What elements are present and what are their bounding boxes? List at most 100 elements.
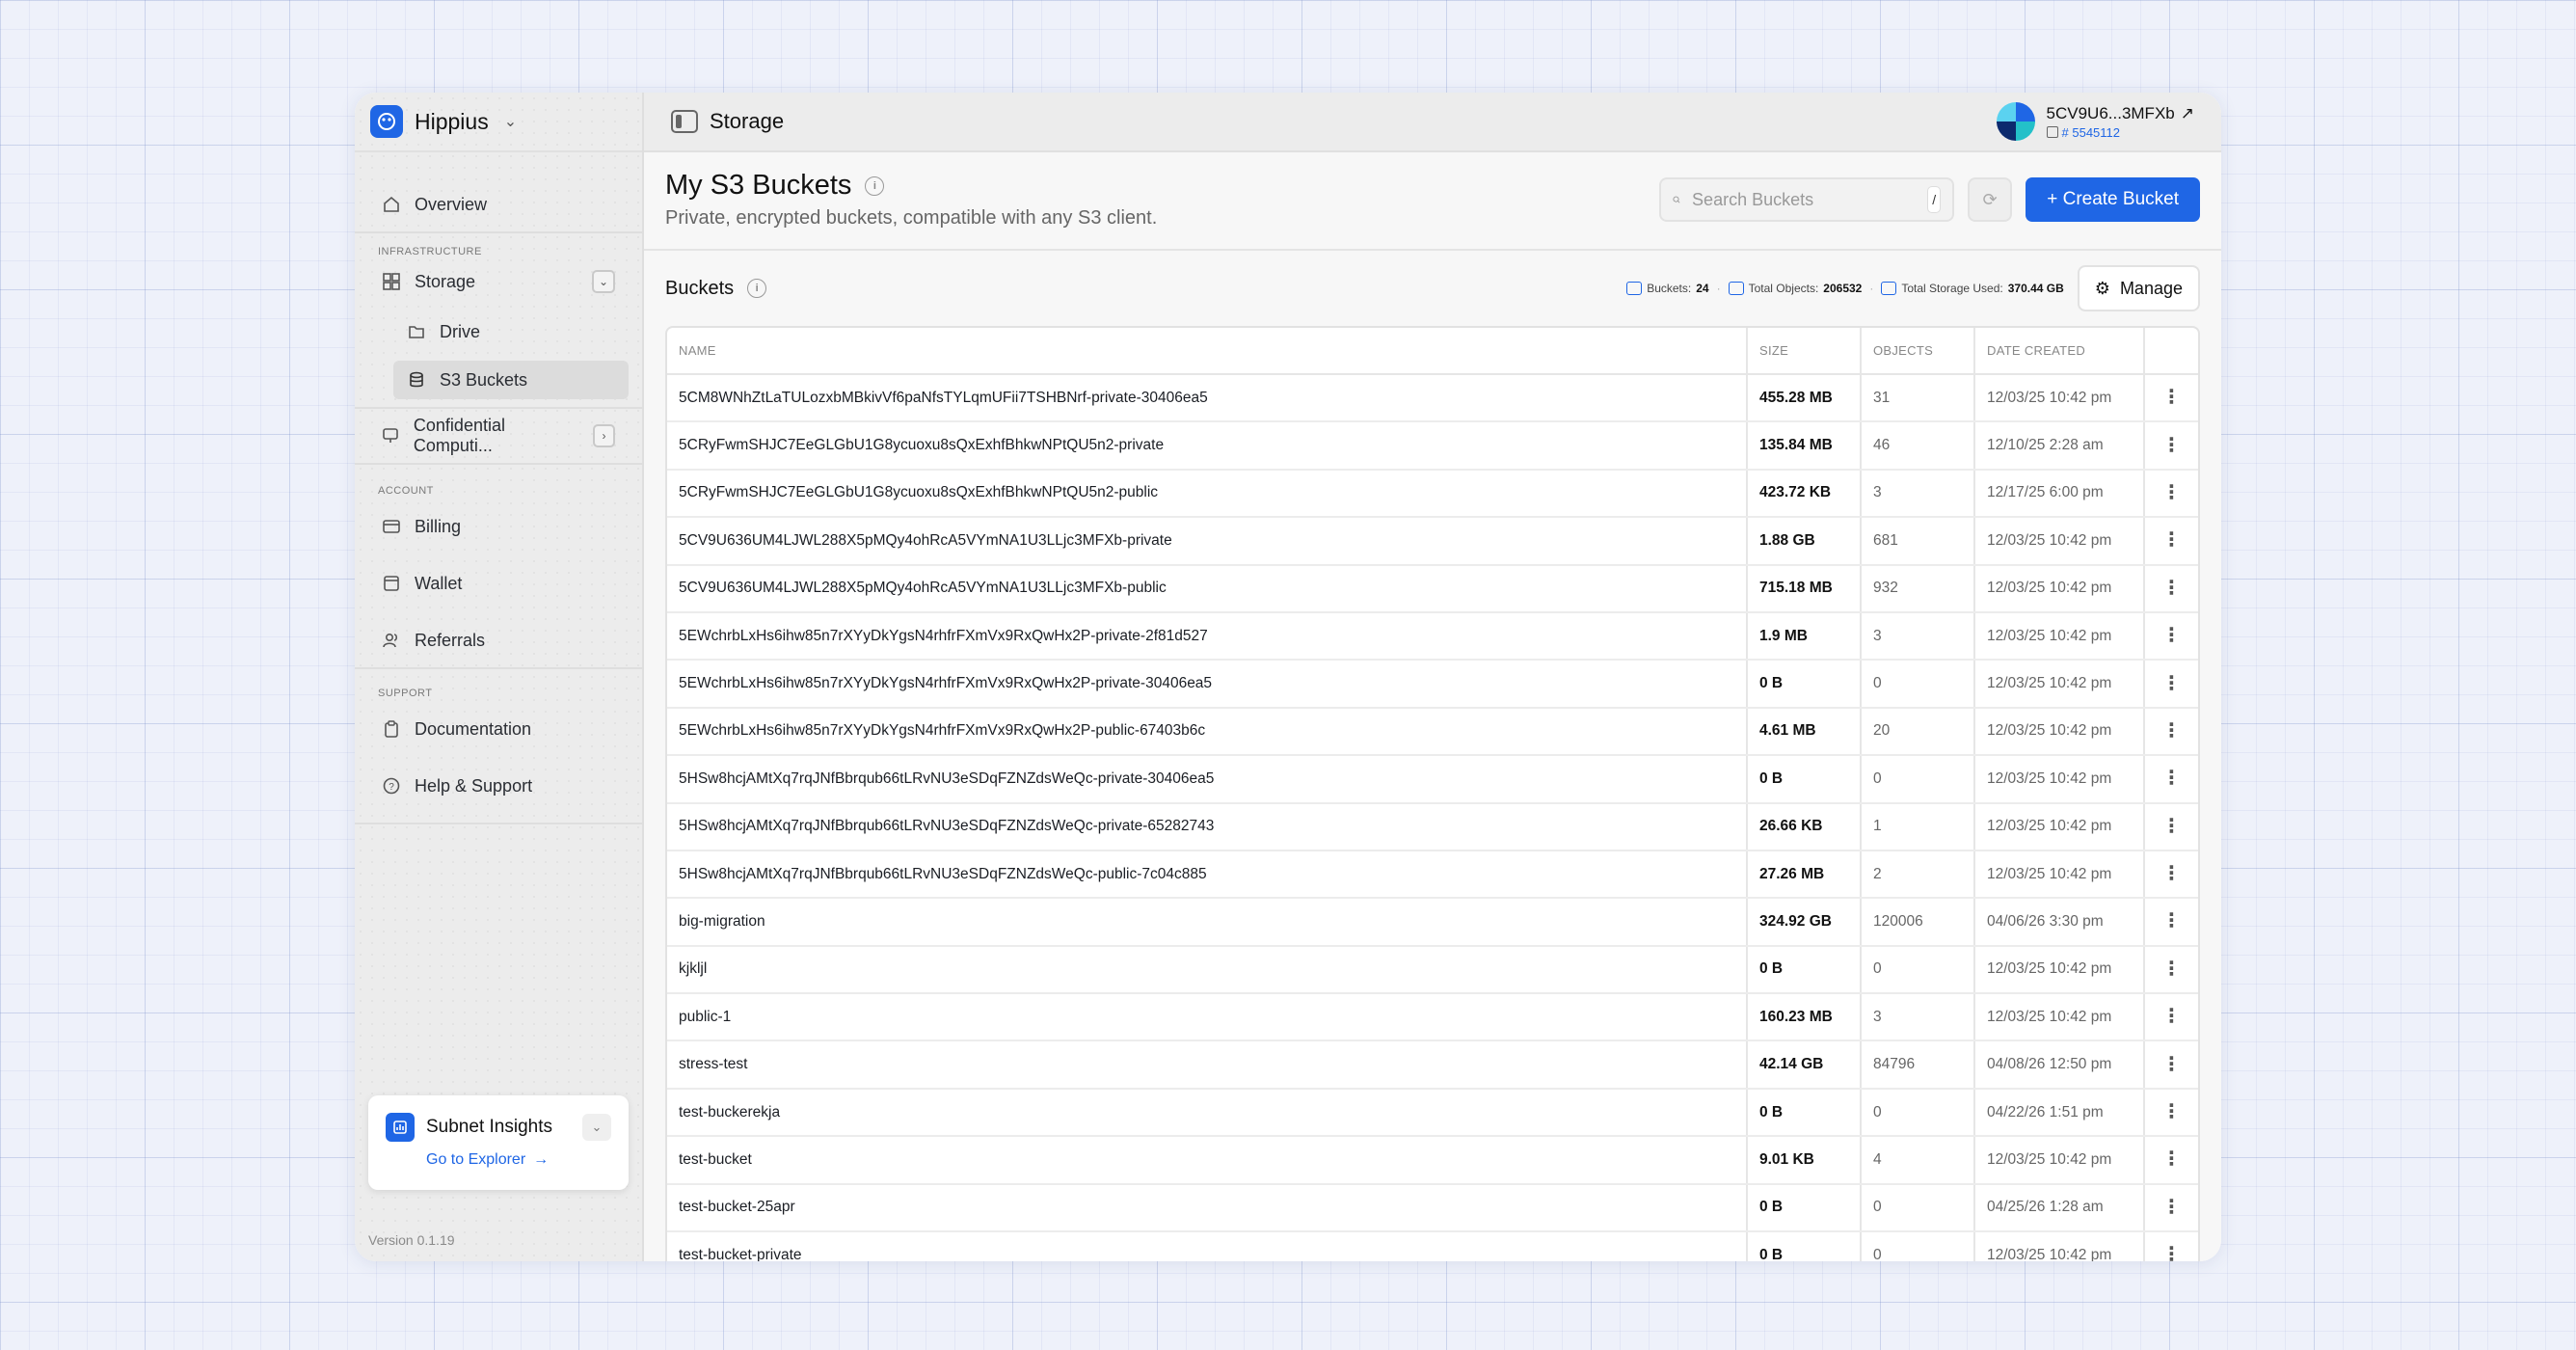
table-row[interactable]: big-migration 324.92 GB 120006 04/06/26 3:3… — [667, 898, 2198, 947]
avatar — [1996, 102, 2035, 141]
sidebar-item-drive[interactable]: Drive — [393, 312, 629, 351]
go-to-explorer-link[interactable]: Go to Explorer → — [426, 1151, 611, 1169]
arrow-right-icon: → — [533, 1151, 550, 1168]
bucket-objects-cell: 0 — [1861, 660, 1975, 709]
more-vertical-icon[interactable]: ⋮ — [2162, 958, 2182, 980]
external-link-icon[interactable]: ↗ — [2181, 104, 2194, 123]
more-vertical-icon[interactable]: ⋮ — [2162, 387, 2182, 408]
chevron-down-icon[interactable]: ⌄ — [592, 270, 615, 293]
bucket-objects-cell: 4 — [1861, 1136, 1975, 1185]
column-header-objects[interactable]: OBJECTS — [1861, 328, 1975, 375]
refresh-button[interactable]: ⟳ — [1968, 177, 2013, 222]
bucket-name-cell[interactable]: 5HSw8hcjAMtXq7rqJNfBbrqub66tLRvNU3eSDqFZ… — [667, 850, 1748, 900]
table-row[interactable]: test-bucket-private 0 B 0 12/03/25 10:42 pm… — [667, 1231, 2198, 1261]
bucket-name-cell[interactable]: test-bucket — [667, 1136, 1748, 1185]
row-actions-cell: ⋮ — [2144, 945, 2198, 995]
gear-icon: ⚙ — [2094, 278, 2110, 298]
create-bucket-button[interactable]: + Create Bucket — [2026, 177, 2200, 222]
sidebar-item-storage[interactable]: Storage ⌄ — [368, 262, 629, 301]
bucket-name-cell[interactable]: big-migration — [667, 898, 1748, 947]
bucket-name-cell[interactable]: public-1 — [667, 993, 1748, 1042]
bucket-name-cell[interactable]: 5CM8WNhZtLaTULozxbMBkivVf6paNfsTYLqmUFii… — [667, 374, 1748, 423]
more-vertical-icon[interactable]: ⋮ — [2162, 720, 2182, 742]
bucket-name-cell[interactable]: 5EWchrbLxHs6ihw85n7rXYyDkYgsN4rhfrFXmVx9… — [667, 660, 1748, 709]
table-row[interactable]: 5HSw8hcjAMtXq7rqJNfBbrqub66tLRvNU3eSDqFZ… — [667, 802, 2198, 851]
column-header-size[interactable]: SIZE — [1747, 328, 1862, 375]
bucket-name-cell[interactable]: test-buckerekja — [667, 1088, 1748, 1138]
more-vertical-icon[interactable]: ⋮ — [2162, 1197, 2182, 1218]
total-storage-label: Total Storage Used: — [1901, 282, 2003, 295]
table-row[interactable]: 5CRyFwmSHJC7EeGLGbU1G8ycuoxu8sQxExhfBhkw… — [667, 421, 2198, 471]
more-vertical-icon[interactable]: ⋮ — [2162, 435, 2182, 456]
bucket-name-cell[interactable]: test-bucket-private — [667, 1231, 1748, 1261]
sidebar-item-s3-buckets[interactable]: S3 Buckets — [393, 361, 629, 399]
chevron-down-icon[interactable]: ⌄ — [582, 1114, 611, 1141]
bucket-name-cell[interactable]: 5EWchrbLxHs6ihw85n7rXYyDkYgsN4rhfrFXmVx9… — [667, 611, 1748, 662]
bucket-name-cell[interactable]: 5CRyFwmSHJC7EeGLGbU1G8ycuoxu8sQxExhfBhkw… — [667, 421, 1748, 471]
more-vertical-icon[interactable]: ⋮ — [2162, 673, 2182, 694]
chevron-right-icon[interactable]: › — [593, 424, 615, 447]
more-vertical-icon[interactable]: ⋮ — [2162, 1244, 2182, 1261]
table-row[interactable]: 5CV9U636UM4LJWL288X5pMQy4ohRcA5VYmNA1U3L… — [667, 517, 2198, 566]
brand-switcher[interactable]: Hippius ⌄ — [355, 93, 642, 152]
toggle-sidebar-icon[interactable] — [671, 110, 698, 133]
more-vertical-icon[interactable]: ⋮ — [2162, 578, 2182, 599]
table-row[interactable]: 5HSw8hcjAMtXq7rqJNfBbrqub66tLRvNU3eSDqFZ… — [667, 850, 2198, 900]
bucket-name-cell[interactable]: stress-test — [667, 1040, 1748, 1090]
table-row[interactable]: 5CV9U636UM4LJWL288X5pMQy4ohRcA5VYmNA1U3L… — [667, 564, 2198, 613]
table-row[interactable]: 5CRyFwmSHJC7EeGLGbU1G8ycuoxu8sQxExhfBhkw… — [667, 469, 2198, 519]
bucket-name-cell[interactable]: 5HSw8hcjAMtXq7rqJNfBbrqub66tLRvNU3eSDqFZ… — [667, 755, 1748, 804]
more-vertical-icon[interactable]: ⋮ — [2162, 910, 2182, 932]
table-row[interactable]: stress-test 42.14 GB 84796 04/08/26 12:50 p… — [667, 1040, 2198, 1090]
more-vertical-icon[interactable]: ⋮ — [2162, 625, 2182, 646]
table-row[interactable]: 5EWchrbLxHs6ihw85n7rXYyDkYgsN4rhfrFXmVx9… — [667, 660, 2198, 709]
more-vertical-icon[interactable]: ⋮ — [2162, 1148, 2182, 1170]
bucket-icon — [1626, 282, 1643, 295]
bucket-size-cell: 42.14 GB — [1747, 1040, 1862, 1090]
more-vertical-icon[interactable]: ⋮ — [2162, 816, 2182, 837]
search-input[interactable] — [1692, 189, 1917, 210]
table-row[interactable]: test-buckerekja 0 B 0 04/22/26 1:51 pm ⋮ — [667, 1088, 2198, 1138]
account-widget[interactable]: 5CV9U6...3MFXb ↗ # 5545112 — [1996, 102, 2194, 141]
bucket-name-cell[interactable]: 5CRyFwmSHJC7EeGLGbU1G8ycuoxu8sQxExhfBhkw… — [667, 469, 1748, 519]
search-box[interactable]: / — [1659, 177, 1955, 222]
version-label: Version 0.1.19 — [368, 1232, 455, 1248]
row-actions-cell: ⋮ — [2144, 517, 2198, 566]
more-vertical-icon[interactable]: ⋮ — [2162, 529, 2182, 551]
page-section-title: Storage — [710, 109, 785, 133]
more-vertical-icon[interactable]: ⋮ — [2162, 863, 2182, 884]
bucket-name-cell[interactable]: kjkljl — [667, 945, 1748, 995]
more-vertical-icon[interactable]: ⋮ — [2162, 768, 2182, 789]
sidebar-item-overview[interactable]: Overview — [368, 185, 629, 224]
sidebar-item-help[interactable]: ? Help & Support — [368, 767, 629, 805]
sidebar-item-wallet[interactable]: Wallet — [368, 564, 629, 603]
column-header-date-created[interactable]: DATE CREATED — [1974, 328, 2145, 375]
column-header-name[interactable]: NAME — [667, 328, 1748, 375]
sidebar-item-documentation[interactable]: Documentation — [368, 710, 629, 748]
table-row[interactable]: public-1 160.23 MB 3 12/03/25 10:42 pm ⋮ — [667, 993, 2198, 1042]
bucket-name-cell[interactable]: 5CV9U636UM4LJWL288X5pMQy4ohRcA5VYmNA1U3L… — [667, 564, 1748, 613]
bucket-name-cell[interactable]: 5HSw8hcjAMtXq7rqJNfBbrqub66tLRvNU3eSDqFZ… — [667, 802, 1748, 851]
table-row[interactable]: 5EWchrbLxHs6ihw85n7rXYyDkYgsN4rhfrFXmVx9… — [667, 611, 2198, 662]
more-vertical-icon[interactable]: ⋮ — [2162, 1101, 2182, 1122]
bucket-name-cell[interactable]: test-bucket-25apr — [667, 1183, 1748, 1233]
bucket-name-cell[interactable]: 5EWchrbLxHs6ihw85n7rXYyDkYgsN4rhfrFXmVx9… — [667, 707, 1748, 757]
sidebar-item-billing[interactable]: Billing — [368, 507, 629, 546]
table-row[interactable]: 5CM8WNhZtLaTULozxbMBkivVf6paNfsTYLqmUFii… — [667, 374, 2198, 423]
manage-button[interactable]: ⚙ Manage — [2077, 265, 2200, 311]
sidebar-item-referrals[interactable]: Referrals — [368, 621, 629, 660]
table-row[interactable]: test-bucket 9.01 KB 4 12/03/25 10:42 pm ⋮ — [667, 1136, 2198, 1185]
bucket-name-cell[interactable]: 5CV9U636UM4LJWL288X5pMQy4ohRcA5VYmNA1U3L… — [667, 517, 1748, 566]
database-icon — [1728, 282, 1744, 295]
table-row[interactable]: 5EWchrbLxHs6ihw85n7rXYyDkYgsN4rhfrFXmVx9… — [667, 707, 2198, 757]
table-row[interactable]: 5HSw8hcjAMtXq7rqJNfBbrqub66tLRvNU3eSDqFZ… — [667, 755, 2198, 804]
info-icon[interactable]: i — [747, 279, 767, 298]
table-row[interactable]: test-bucket-25apr 0 B 0 04/25/26 1:28 am ⋮ — [667, 1183, 2198, 1233]
table-row[interactable]: kjkljl 0 B 0 12/03/25 10:42 pm ⋮ — [667, 945, 2198, 995]
info-icon[interactable]: i — [865, 176, 885, 196]
bucket-objects-cell: 0 — [1861, 945, 1975, 995]
sidebar-item-confidential-computing[interactable]: Confidential Computi... › — [368, 416, 629, 455]
more-vertical-icon[interactable]: ⋮ — [2162, 482, 2182, 503]
more-vertical-icon[interactable]: ⋮ — [2162, 1006, 2182, 1027]
more-vertical-icon[interactable]: ⋮ — [2162, 1054, 2182, 1075]
